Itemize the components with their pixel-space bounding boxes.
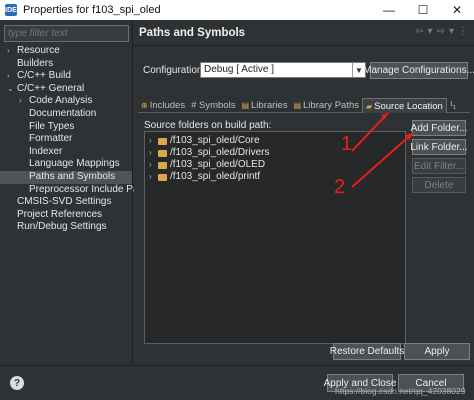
- tree-item[interactable]: Documentation: [0, 108, 132, 121]
- tab-label: Source Location: [374, 100, 443, 112]
- tree-item-label: Run/Debug Settings: [17, 221, 107, 233]
- tree-item[interactable]: Project References: [0, 209, 132, 222]
- tab-more-tabs[interactable]: ¹₁: [447, 98, 459, 113]
- tree-item[interactable]: Formatter: [0, 133, 132, 146]
- property-page: Paths and Symbols ⇦ ▾ ⇨ ▾ ⋮ Configuratio…: [134, 20, 474, 365]
- tab-label: # Symbols: [191, 100, 236, 111]
- filter-input[interactable]: [4, 25, 129, 42]
- help-icon[interactable]: ?: [10, 376, 24, 390]
- view-menu-icon[interactable]: ⋮: [458, 26, 468, 37]
- source-folder-row[interactable]: › /f103_spi_oled/printf: [145, 171, 405, 183]
- tab-label: Library Paths: [303, 100, 359, 111]
- tree-item-label: C/C++ General: [17, 82, 85, 94]
- expand-arrow-icon[interactable]: ›: [149, 135, 152, 147]
- tree-item-label: Code Analysis: [29, 95, 93, 107]
- annotation-marker-1: 1: [341, 133, 353, 155]
- include-icon: ⊕: [141, 101, 148, 110]
- tree-item[interactable]: ⌄ C/C++ General: [0, 83, 132, 96]
- configuration-select[interactable]: Debug [ Active ] ▼: [200, 62, 366, 78]
- source-folder-path: /f103_spi_oled/OLED: [170, 159, 266, 170]
- tree-item[interactable]: Language Mappings: [0, 158, 132, 171]
- expand-arrow-icon[interactable]: ›: [19, 95, 27, 108]
- property-tree: › Resource Builders › C/C++ Build ⌄ C/C++ Gene…: [0, 45, 152, 234]
- tab-include[interactable]: ⊕ Includes: [138, 98, 188, 113]
- back-menu-icon[interactable]: ▾: [428, 26, 433, 37]
- restore-defaults-button[interactable]: Restore Defaults: [330, 343, 404, 360]
- link-folder-button[interactable]: Link Folder...: [410, 139, 468, 155]
- tree-item[interactable]: Indexer: [0, 146, 132, 159]
- delete-button[interactable]: Delete: [412, 177, 466, 193]
- tab-bar: ⊕ Includes # Symbols ▤ Libraries ▤ Library Pat…: [138, 98, 470, 113]
- tree-item-label: Indexer: [29, 145, 63, 157]
- source-folder-path: /f103_spi_oled/printf: [170, 171, 261, 182]
- page-title: Paths and Symbols: [139, 27, 246, 39]
- source-folder-icon: ▰: [366, 101, 373, 111]
- tree-item-label: Builders: [17, 57, 54, 69]
- watermark-text: https://blog.csdn.net/qq_42038029: [335, 386, 466, 396]
- expand-arrow-icon[interactable]: ›: [7, 70, 15, 83]
- tab-label: Libraries: [251, 100, 288, 111]
- tab-symbols[interactable]: # Symbols: [188, 98, 238, 113]
- tab-label: Includes: [149, 100, 186, 111]
- tree-item-label: Project References: [17, 208, 103, 220]
- forward-arrow-icon[interactable]: ⇨: [437, 26, 445, 37]
- tree-item-label: CMSIS-SVD Settings: [17, 196, 112, 208]
- property-tree-pane: ›ResourceBuilders›C/C++ Build⌄C/C++ Gene…: [0, 20, 152, 365]
- forward-menu-icon[interactable]: ▾: [449, 26, 454, 37]
- eclipse-app-icon: IDE: [5, 4, 17, 16]
- library-icon: ▤: [241, 101, 250, 110]
- expand-arrow-icon[interactable]: ›: [149, 147, 152, 159]
- configuration-label: Configuration:: [143, 65, 206, 76]
- tab-source-folder[interactable]: ▰ Source Location: [362, 98, 447, 113]
- add-folder-button[interactable]: Add Folder...: [411, 120, 467, 136]
- tab-label: ¹₁: [449, 100, 457, 111]
- annotation-marker-2: 2: [334, 176, 346, 198]
- source-folder-row[interactable]: › /f103_spi_oled/Core: [145, 135, 405, 147]
- minimize-button[interactable]: —: [372, 0, 406, 20]
- tree-item[interactable]: Paths and Symbols: [0, 170, 132, 184]
- maximize-button[interactable]: ☐: [406, 0, 440, 20]
- expand-arrow-icon[interactable]: ›: [7, 45, 15, 58]
- source-folder-row[interactable]: › /f103_spi_oled/OLED: [145, 159, 405, 171]
- tree-item-label: Resource: [17, 45, 60, 56]
- tree-item-label: Language Mappings: [29, 158, 120, 170]
- page-header: Paths and Symbols ⇦ ▾ ⇨ ▾ ⋮: [134, 20, 474, 46]
- source-folder-path: /f103_spi_oled/Core: [170, 135, 260, 146]
- folder-icon: [158, 174, 167, 181]
- edit-filter-button[interactable]: Edit Filter...: [412, 158, 466, 174]
- tree-item-label: File Types: [29, 120, 75, 132]
- tree-item[interactable]: › C/C++ Build: [0, 70, 132, 83]
- back-arrow-icon[interactable]: ⇦: [415, 26, 423, 37]
- close-button[interactable]: ✕: [440, 0, 474, 20]
- tree-item[interactable]: Preprocessor Include Paths: [0, 184, 152, 197]
- tree-item-label: Documentation: [29, 107, 97, 119]
- manage-configurations-button[interactable]: Manage Configurations...: [363, 62, 474, 79]
- source-folders-list[interactable]: › /f103_spi_oled/Core › /f103_spi_oled/Driv…: [144, 131, 406, 344]
- folder-icon: [158, 138, 167, 145]
- source-folder-path: /f103_spi_oled/Drivers: [170, 147, 270, 158]
- tree-item[interactable]: Run/Debug Settings: [0, 221, 132, 234]
- tree-item[interactable]: CMSIS-SVD Settings: [0, 196, 132, 209]
- tab-library[interactable]: ▤ Libraries: [238, 98, 290, 113]
- tree-item[interactable]: Builders: [0, 58, 132, 71]
- source-folder-row[interactable]: › /f103_spi_oled/Drivers: [145, 147, 405, 159]
- source-folders-label: Source folders on build path:: [144, 120, 272, 131]
- expand-arrow-icon[interactable]: ›: [149, 171, 152, 183]
- tab-library-path[interactable]: ▤ Library Paths: [290, 98, 362, 113]
- apply-button[interactable]: Apply: [404, 343, 470, 360]
- tree-item-label: C/C++ Build: [17, 70, 71, 82]
- library-path-icon: ▤: [293, 101, 302, 110]
- configuration-value: Debug [ Active ]: [204, 64, 275, 75]
- folder-icon: [158, 162, 167, 169]
- expand-arrow-icon[interactable]: ⌄: [7, 83, 15, 96]
- window-title: Properties for f103_spi_oled: [23, 4, 161, 16]
- expand-arrow-icon[interactable]: ›: [149, 159, 152, 171]
- folder-icon: [158, 150, 167, 157]
- tree-item-label: Paths and Symbols: [29, 170, 116, 182]
- tree-item-label: Formatter: [29, 133, 73, 145]
- tree-item[interactable]: › Resource: [0, 45, 132, 58]
- tree-item[interactable]: › Code Analysis: [0, 95, 132, 108]
- tree-item[interactable]: File Types: [0, 121, 132, 134]
- title-bar: IDE Properties for f103_spi_oled — ☐ ✕: [0, 0, 474, 20]
